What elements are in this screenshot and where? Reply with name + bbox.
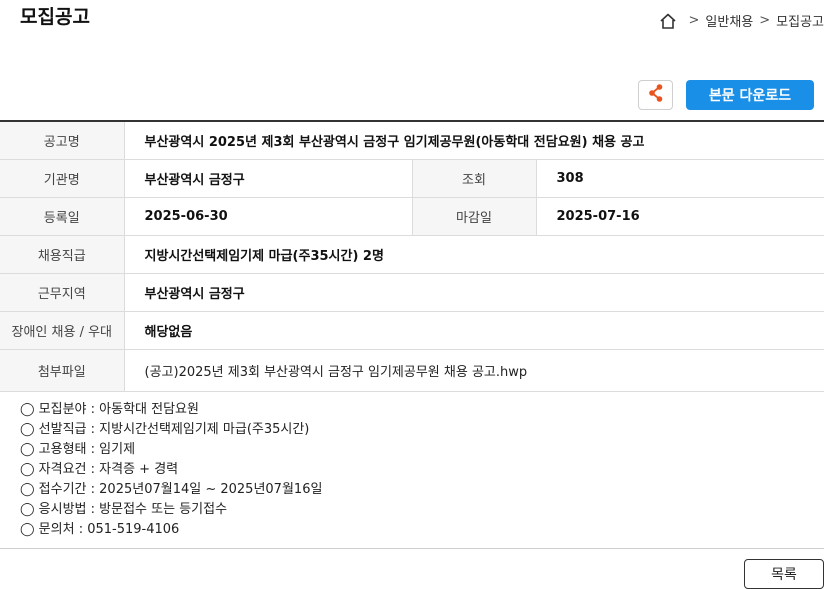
org-value: 부산광역시 금정구	[124, 159, 412, 198]
disabled-hiring-value: 해당없음	[124, 311, 824, 350]
attachment-link[interactable]: (공고)2025년 제3회 부산광역시 금정구 임기제공무원 채용 공고.hwp	[145, 365, 528, 380]
body-line-employment-type: ◯ 고용형태 : 임기제	[20, 442, 136, 457]
deadline-label: 마감일	[411, 197, 537, 236]
breadcrumb-item-general-hiring[interactable]: 일반채용	[705, 11, 753, 30]
table-row: 장애인 채용 / 우대 해당없음	[0, 311, 824, 350]
breadcrumb: > 일반채용 > 모집공고	[659, 11, 824, 30]
posting-body: ◯ 모집분야 : 아동학대 전담요원 ◯ 선발직급 : 지방시간선택제임기제 마…	[20, 400, 322, 540]
grade-label: 채용직급	[0, 235, 125, 274]
views-value: 308	[536, 159, 824, 198]
body-line-contact: ◯ 문의처 : 051-519-4106	[20, 522, 180, 537]
table-row: 등록일 2025-06-30 마감일 2025-07-16	[0, 197, 824, 236]
title-label: 공고명	[0, 121, 125, 160]
home-icon[interactable]	[659, 12, 677, 30]
share-icon	[647, 83, 665, 107]
table-row: 기관명 부산광역시 금정구 조회 308	[0, 159, 824, 198]
deadline-value: 2025-07-16	[536, 197, 824, 236]
body-line-application-method: ◯ 응시방법 : 방문접수 또는 등기접수	[20, 502, 228, 517]
list-button[interactable]: 목록	[744, 559, 824, 589]
page-title: 모집공고	[20, 6, 90, 28]
title-value: 부산광역시 2025년 제3회 부산광역시 금정구 임기제공무원(아동학대 전담…	[124, 121, 824, 160]
divider	[0, 548, 824, 549]
table-row: 공고명 부산광역시 2025년 제3회 부산광역시 금정구 임기제공무원(아동학…	[0, 121, 824, 160]
views-label: 조회	[411, 159, 537, 198]
breadcrumb-separator: >	[759, 13, 771, 28]
region-label: 근무지역	[0, 273, 125, 312]
body-line-application-period: ◯ 접수기간 : 2025년07월14일 ~ 2025년07월16일	[20, 482, 323, 497]
reg-date-value: 2025-06-30	[124, 197, 412, 236]
table-row: 첨부파일 (공고)2025년 제3회 부산광역시 금정구 임기제공무원 채용 공…	[0, 349, 824, 392]
org-label: 기관명	[0, 159, 125, 198]
region-value: 부산광역시 금정구	[124, 273, 824, 312]
attachment-cell: (공고)2025년 제3회 부산광역시 금정구 임기제공무원 채용 공고.hwp	[124, 349, 824, 392]
body-line-field: ◯ 모집분야 : 아동학대 전담요원	[20, 402, 199, 417]
grade-value: 지방시간선택제임기제 마급(주35시간) 2명	[124, 235, 824, 274]
reg-date-label: 등록일	[0, 197, 125, 236]
body-line-grade: ◯ 선발직급 : 지방시간선택제임기제 마급(주35시간)	[20, 422, 310, 437]
share-button[interactable]	[638, 80, 673, 110]
body-line-requirements: ◯ 자격요건 : 자격증 + 경력	[20, 462, 179, 477]
table-row: 채용직급 지방시간선택제임기제 마급(주35시간) 2명	[0, 235, 824, 274]
breadcrumb-item-job-posting[interactable]: 모집공고	[776, 11, 824, 30]
table-row: 근무지역 부산광역시 금정구	[0, 273, 824, 312]
posting-detail-table: 공고명 부산광역시 2025년 제3회 부산광역시 금정구 임기제공무원(아동학…	[0, 120, 824, 392]
attachment-label: 첨부파일	[0, 349, 125, 392]
download-body-button[interactable]: 본문 다운로드	[686, 80, 814, 110]
breadcrumb-separator: >	[688, 13, 700, 28]
disabled-hiring-label: 장애인 채용 / 우대	[0, 311, 125, 350]
